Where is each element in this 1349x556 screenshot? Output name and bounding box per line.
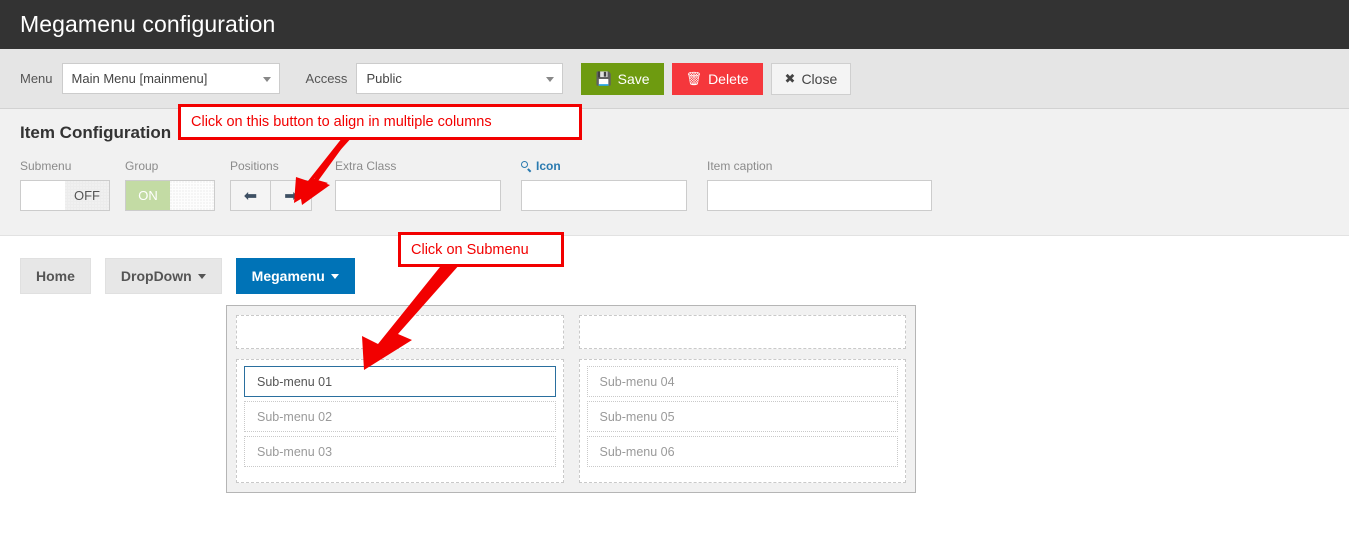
chevron-down-icon — [546, 77, 554, 82]
arrow-right-icon: ➡ — [284, 186, 297, 206]
sub-menu-item-03[interactable]: Sub-menu 03 — [244, 436, 556, 467]
search-icon — [521, 161, 532, 172]
sub-menu-item-02-label: Sub-menu 02 — [257, 410, 332, 424]
close-button-label: Close — [801, 71, 837, 87]
trash-icon: 🗑 — [686, 72, 703, 85]
sub-menu-item-06[interactable]: Sub-menu 06 — [587, 436, 899, 467]
submenu-toggle-knob — [21, 181, 65, 210]
extra-class-label: Extra Class — [335, 159, 521, 173]
positions-label: Positions — [230, 159, 335, 173]
icon-field-label: Icon — [521, 159, 707, 173]
megamenu-dropdown-panel: Sub-menu 01 Sub-menu 02 Sub-menu 03 Sub-… — [226, 305, 916, 493]
save-button-label: Save — [618, 71, 650, 87]
chevron-down-icon — [198, 274, 206, 279]
column-2-items: Sub-menu 04 Sub-menu 05 Sub-menu 06 — [579, 359, 907, 483]
menu-preview: Home DropDown Megamenu — [0, 236, 1349, 294]
toolbar: Menu Main Menu [mainmenu] Access Public … — [0, 49, 1349, 109]
delete-button[interactable]: 🗑 Delete — [672, 63, 763, 95]
megamenu-column-2: Sub-menu 04 Sub-menu 05 Sub-menu 06 — [579, 315, 907, 483]
annotation-callout-1: Click on this button to align in multipl… — [178, 104, 582, 140]
page-title: Megamenu configuration — [20, 11, 275, 38]
group-toggle-knob — [170, 181, 214, 210]
access-select-label: Access — [306, 71, 348, 86]
field-submenu: Submenu OFF — [20, 159, 125, 211]
chevron-down-icon — [263, 77, 271, 82]
annotation-callout-2-text: Click on Submenu — [411, 242, 529, 258]
item-caption-input[interactable] — [707, 180, 932, 211]
move-left-button[interactable]: ⬅ — [230, 180, 271, 211]
sub-menu-item-03-label: Sub-menu 03 — [257, 445, 332, 459]
field-positions: Positions ⬅ ➡ — [230, 159, 335, 211]
field-icon: Icon — [521, 159, 707, 211]
field-extra-class: Extra Class — [335, 159, 521, 211]
column-1-header-dropzone[interactable] — [236, 315, 564, 349]
item-configuration-fields: Submenu OFF Group ON Positions ⬅ ➡ — [20, 159, 1329, 211]
field-item-caption: Item caption — [707, 159, 932, 211]
menu-select-label: Menu — [20, 71, 53, 86]
delete-button-label: Delete — [708, 71, 748, 87]
annotation-callout-2: Click on Submenu — [398, 232, 564, 267]
arrow-left-icon: ⬅ — [244, 186, 257, 206]
menu-tab-home-label: Home — [36, 268, 75, 284]
sub-menu-item-05-label: Sub-menu 05 — [600, 410, 675, 424]
positions-button-group: ⬅ ➡ — [230, 180, 335, 211]
floppy-disk-icon: 💾 — [595, 72, 611, 85]
column-2-header-dropzone[interactable] — [579, 315, 907, 349]
group-toggle[interactable]: ON — [125, 180, 215, 211]
item-caption-label: Item caption — [707, 159, 932, 173]
group-toggle-state: ON — [126, 181, 170, 210]
menu-select[interactable]: Main Menu [mainmenu] — [62, 63, 280, 94]
move-right-button[interactable]: ➡ — [271, 180, 312, 211]
submenu-label: Submenu — [20, 159, 125, 173]
chevron-down-icon — [331, 274, 339, 279]
menu-tab-megamenu-label: Megamenu — [252, 268, 325, 284]
extra-class-input[interactable] — [335, 180, 501, 211]
access-select[interactable]: Public — [356, 63, 563, 94]
sub-menu-item-01-label: Sub-menu 01 — [257, 375, 332, 389]
access-select-value: Public — [366, 71, 401, 86]
menu-tab-dropdown[interactable]: DropDown — [105, 258, 222, 294]
sub-menu-item-04-label: Sub-menu 04 — [600, 375, 675, 389]
menu-select-value: Main Menu [mainmenu] — [72, 71, 208, 86]
menu-tab-bar: Home DropDown Megamenu — [20, 258, 1349, 294]
save-button[interactable]: 💾 Save — [581, 63, 663, 95]
menu-tab-megamenu[interactable]: Megamenu — [236, 258, 355, 294]
app-header: Megamenu configuration — [0, 0, 1349, 49]
column-1-items: Sub-menu 01 Sub-menu 02 Sub-menu 03 — [236, 359, 564, 483]
group-label: Group — [125, 159, 230, 173]
field-group: Group ON — [125, 159, 230, 211]
close-button[interactable]: ✖ Close — [771, 63, 852, 95]
megamenu-column-1: Sub-menu 01 Sub-menu 02 Sub-menu 03 — [236, 315, 564, 483]
sub-menu-item-02[interactable]: Sub-menu 02 — [244, 401, 556, 432]
annotation-callout-1-text: Click on this button to align in multipl… — [191, 114, 492, 130]
sub-menu-item-04[interactable]: Sub-menu 04 — [587, 366, 899, 397]
icon-label-text: Icon — [536, 159, 561, 173]
sub-menu-item-01[interactable]: Sub-menu 01 — [244, 366, 556, 397]
menu-tab-home[interactable]: Home — [20, 258, 91, 294]
submenu-toggle[interactable]: OFF — [20, 180, 110, 211]
icon-input[interactable] — [521, 180, 687, 211]
sub-menu-item-06-label: Sub-menu 06 — [600, 445, 675, 459]
submenu-toggle-state: OFF — [65, 181, 109, 210]
close-icon: ✖ — [785, 72, 796, 85]
sub-menu-item-05[interactable]: Sub-menu 05 — [587, 401, 899, 432]
menu-tab-dropdown-label: DropDown — [121, 268, 192, 284]
